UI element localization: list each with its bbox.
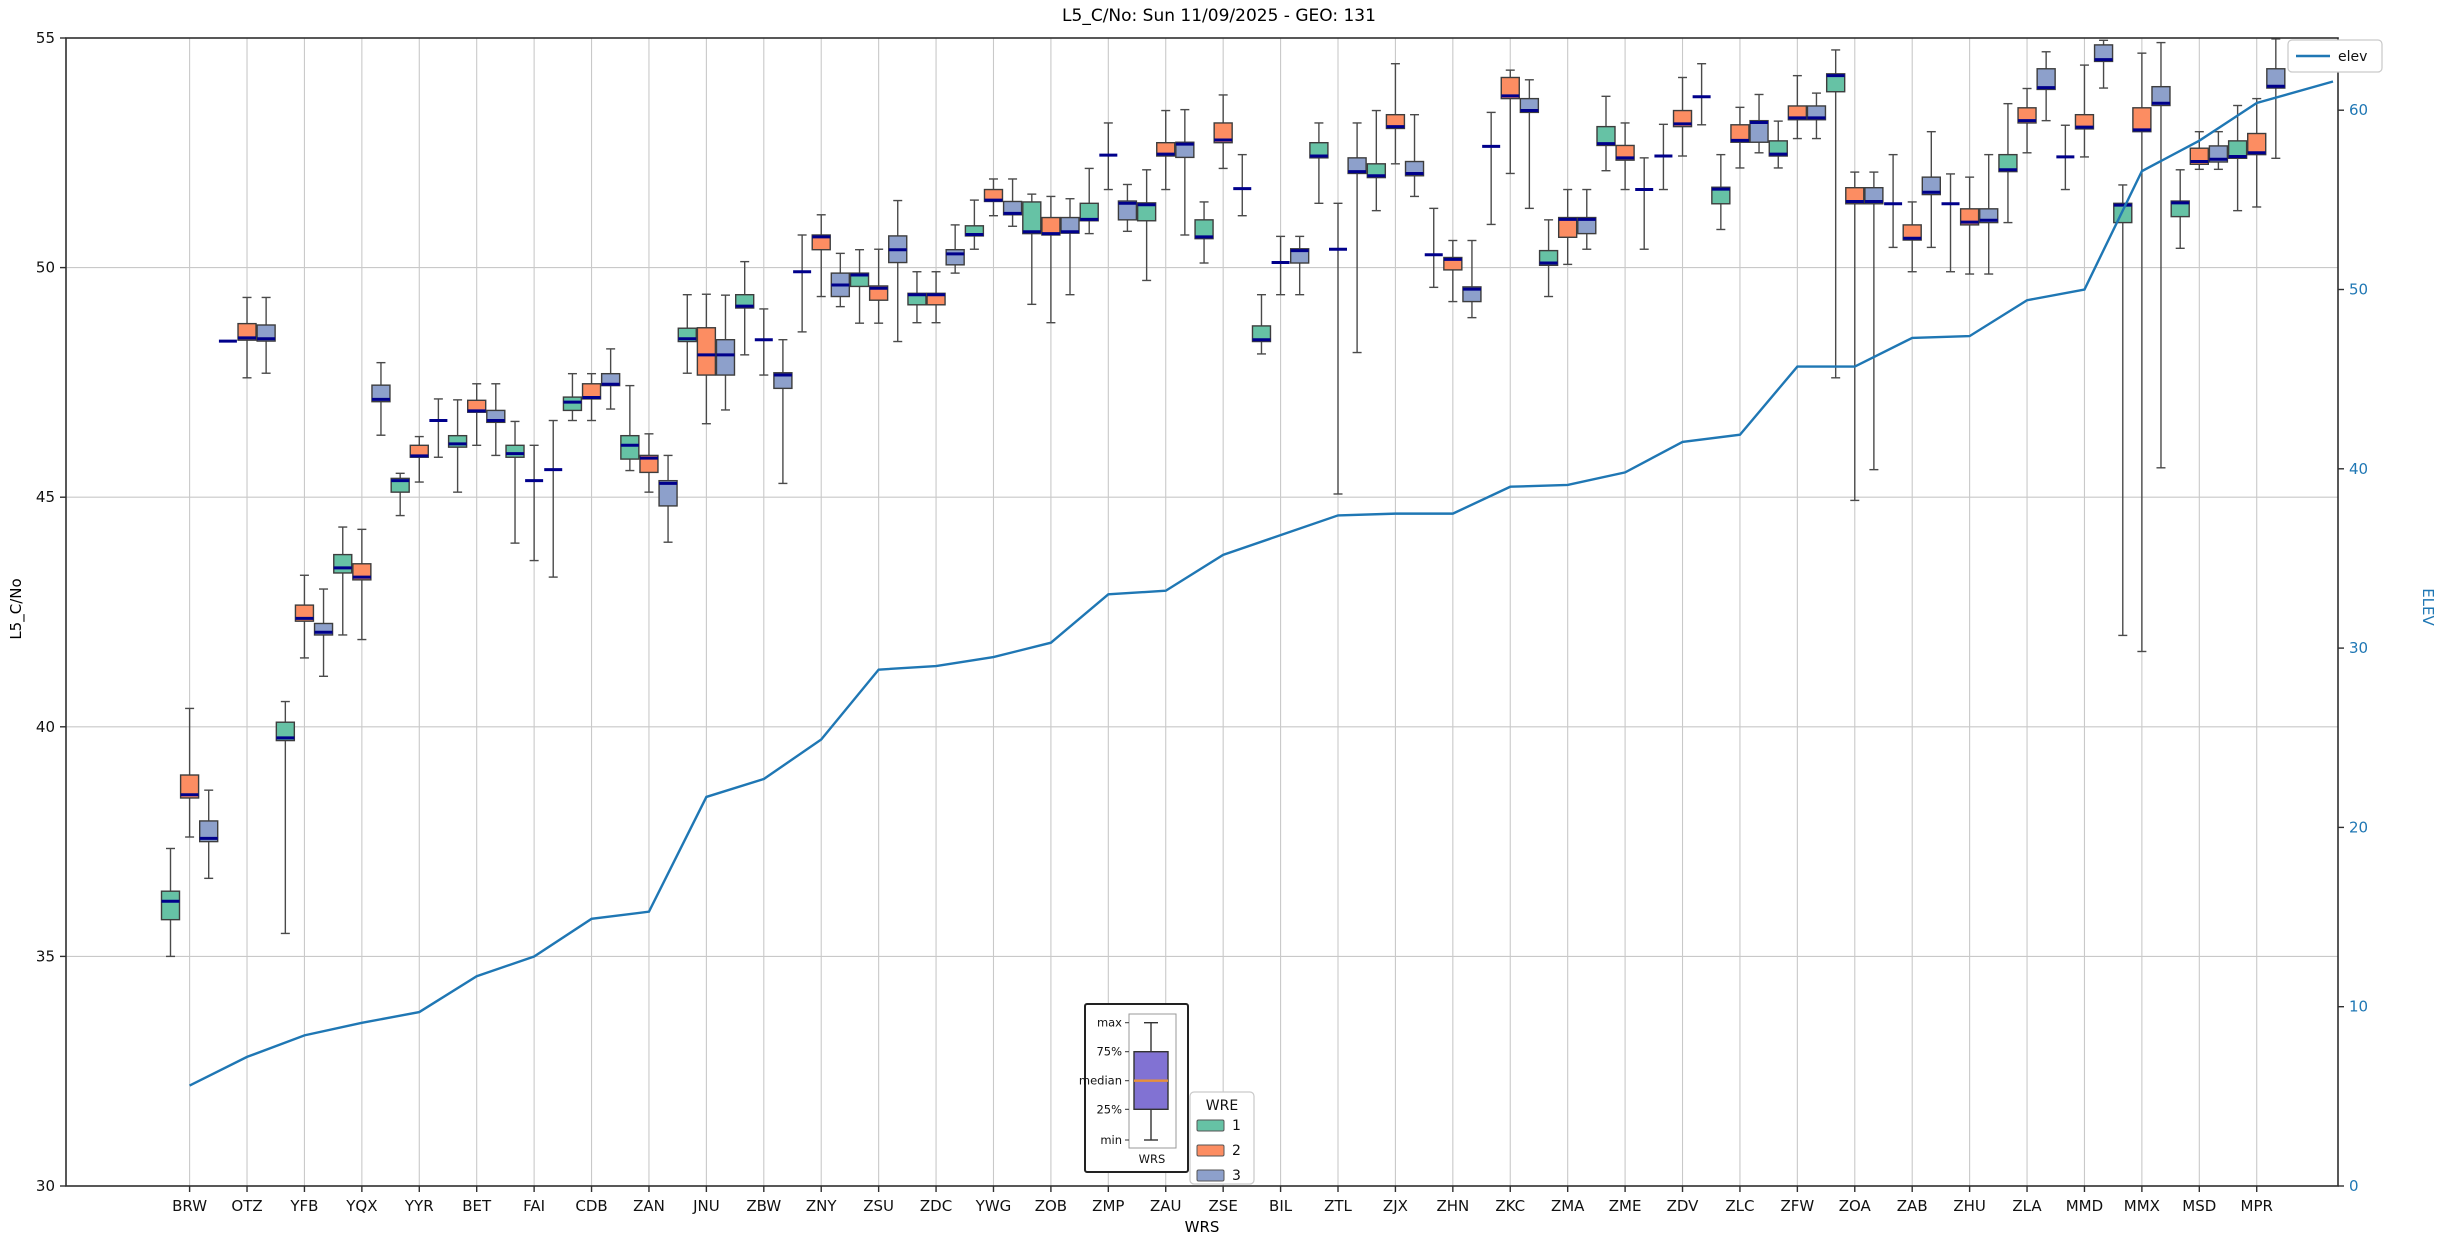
svg-text:WRE: WRE	[1206, 1098, 1238, 1114]
svg-text:ZDC: ZDC	[920, 1197, 952, 1215]
svg-text:MMX: MMX	[2124, 1197, 2160, 1215]
svg-text:CDB: CDB	[575, 1197, 607, 1215]
svg-text:ZMA: ZMA	[1551, 1197, 1585, 1215]
svg-text:25%: 25%	[1096, 1102, 1122, 1116]
svg-text:MPR: MPR	[2241, 1197, 2273, 1215]
svg-text:MMD: MMD	[2066, 1197, 2103, 1215]
svg-text:35: 35	[36, 947, 55, 965]
svg-text:ZAU: ZAU	[1150, 1197, 1182, 1215]
svg-text:2: 2	[1232, 1143, 1241, 1159]
svg-text:ZJX: ZJX	[1383, 1197, 1408, 1215]
plot-canvas: 30 35 40 45 50 55 0 10 20 30 40 50 60 BRW OTZ YFB YQX YYR…	[36, 29, 2383, 1215]
left-axis-ticks: 30 35 40 45 50 55	[36, 29, 66, 1195]
x-axis-ticks: BRW OTZ YFB YQX YYR BET FAI CDB ZAN JNU ZBW ZNY ZSU Z…	[172, 1186, 2273, 1215]
svg-text:YQX: YQX	[345, 1197, 377, 1215]
svg-text:ZHN: ZHN	[1436, 1197, 1469, 1215]
svg-text:ZAN: ZAN	[633, 1197, 665, 1215]
svg-text:YFB: YFB	[289, 1197, 318, 1215]
svg-text:ZFW: ZFW	[1780, 1197, 1814, 1215]
svg-text:MSD: MSD	[2182, 1197, 2216, 1215]
legend-swatch-2	[1196, 1144, 1225, 1157]
svg-text:ZAB: ZAB	[1897, 1197, 1928, 1215]
svg-text:max: max	[1097, 1016, 1122, 1030]
inset-explainer: max 75% median 25% min WRS	[1079, 1003, 1189, 1173]
svg-text:ZTL: ZTL	[1324, 1197, 1352, 1215]
left-axis-label: L5_C/No	[7, 578, 25, 640]
svg-text:JNU: JNU	[692, 1197, 720, 1215]
boxplot-figure: 30 35 40 45 50 55 0 10 20 30 40 50 60 BRW OTZ YFB YQX YYR…	[0, 0, 2438, 1240]
svg-text:ZBW: ZBW	[746, 1197, 781, 1215]
svg-text:ZSE: ZSE	[1209, 1197, 1238, 1215]
svg-text:ZHU: ZHU	[1953, 1197, 1986, 1215]
svg-text:YYR: YYR	[404, 1197, 434, 1215]
svg-text:30: 30	[36, 1177, 55, 1195]
svg-text:OTZ: OTZ	[231, 1197, 262, 1215]
svg-text:40: 40	[2349, 460, 2368, 478]
svg-text:BRW: BRW	[172, 1197, 207, 1215]
svg-text:30: 30	[2349, 639, 2368, 657]
svg-text:BET: BET	[462, 1197, 492, 1215]
svg-text:40: 40	[36, 718, 55, 736]
svg-text:10: 10	[2349, 998, 2368, 1016]
svg-text:elev: elev	[2338, 49, 2367, 65]
svg-text:45: 45	[36, 488, 55, 506]
svg-text:60: 60	[2349, 101, 2368, 119]
svg-text:ZSU: ZSU	[863, 1197, 894, 1215]
svg-text:75%: 75%	[1096, 1045, 1122, 1059]
right-axis-label: ELEV	[2419, 588, 2437, 626]
svg-text:50: 50	[36, 259, 55, 277]
svg-text:3: 3	[1232, 1168, 1241, 1184]
svg-text:50: 50	[2349, 281, 2368, 299]
svg-text:ZMP: ZMP	[1092, 1197, 1124, 1215]
svg-text:20: 20	[2349, 818, 2368, 836]
legend-elev: elev	[2287, 39, 2383, 73]
legend-swatch-3	[1196, 1169, 1225, 1182]
svg-text:ZME: ZME	[1609, 1197, 1642, 1215]
svg-text:YWG: YWG	[975, 1197, 1012, 1215]
right-axis-ticks: 0 10 20 30 40 50 60	[2338, 101, 2368, 1195]
svg-text:ZOB: ZOB	[1035, 1197, 1067, 1215]
svg-text:WRS: WRS	[1139, 1152, 1166, 1166]
svg-text:FAI: FAI	[523, 1197, 545, 1215]
svg-text:median: median	[1079, 1074, 1122, 1088]
chart-title: L5_C/No: Sun 11/09/2025 - GEO: 131	[1062, 6, 1376, 26]
elev-line	[189, 80, 2334, 1087]
svg-text:ZDV: ZDV	[1667, 1197, 1700, 1215]
legend-swatch-1	[1196, 1119, 1225, 1132]
svg-text:ZNY: ZNY	[806, 1197, 837, 1215]
svg-text:55: 55	[36, 29, 55, 47]
svg-text:0: 0	[2349, 1177, 2359, 1195]
svg-text:ZLC: ZLC	[1725, 1197, 1754, 1215]
svg-text:min: min	[1100, 1133, 1122, 1147]
svg-text:BIL: BIL	[1269, 1197, 1293, 1215]
svg-text:1: 1	[1232, 1118, 1241, 1134]
svg-text:ZKC: ZKC	[1495, 1197, 1525, 1215]
svg-text:ZLA: ZLA	[2012, 1197, 2042, 1215]
x-axis-label: WRS	[1184, 1218, 1220, 1236]
svg-text:ZOA: ZOA	[1839, 1197, 1872, 1215]
legend-wre: WRE 1 2 3	[1189, 1091, 1255, 1185]
